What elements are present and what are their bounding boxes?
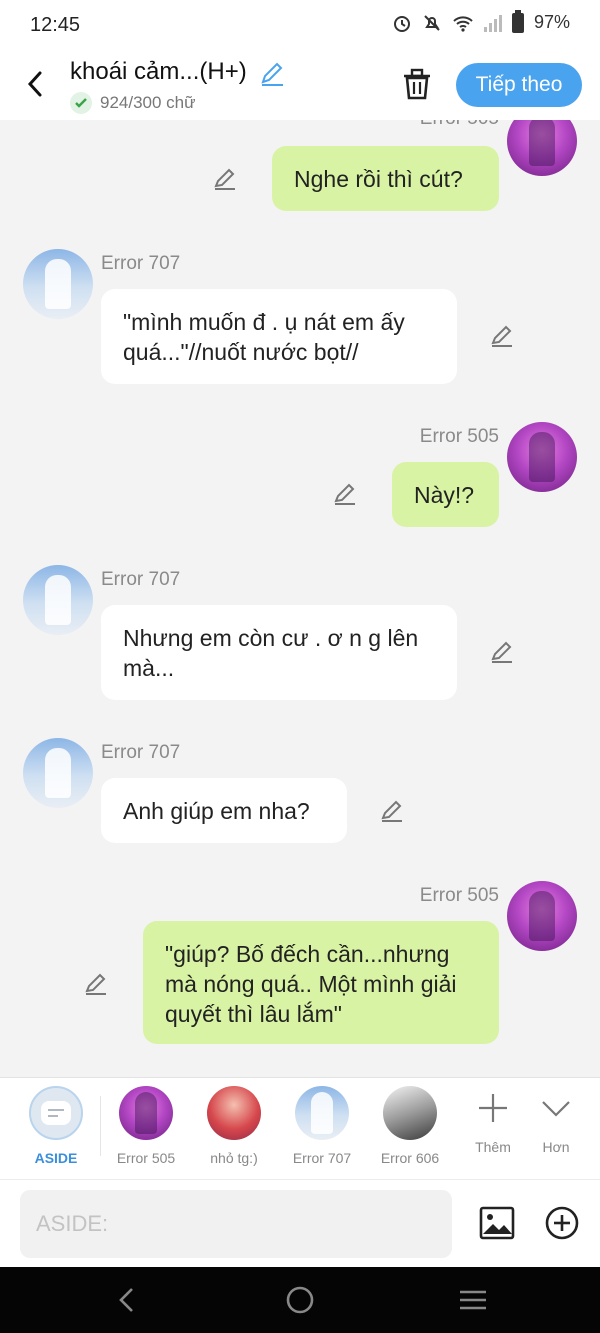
avatar	[295, 1086, 349, 1140]
message-bubble[interactable]: Nghe rồi thì cút?	[272, 146, 499, 211]
pencil-icon[interactable]	[212, 166, 238, 192]
nav-back-icon[interactable]	[110, 1283, 144, 1317]
chevron-down-icon	[542, 1101, 570, 1117]
message-item: Error 707 Anh giúp em nha?	[0, 737, 600, 847]
avatar	[383, 1086, 437, 1140]
message-item: Error 707 "mình muốn đ . ụ nát em ấy quá…	[0, 248, 600, 388]
character-aside[interactable]: ASIDE	[16, 1086, 96, 1166]
character-label: nhỏ tg:)	[210, 1150, 258, 1166]
message-sender: Error 707	[101, 253, 181, 274]
character-label: ASIDE	[34, 1150, 78, 1166]
message-item: Error 505 Nghe rồi thì cút?	[0, 120, 600, 220]
next-button[interactable]: Tiếp theo	[456, 63, 582, 107]
pencil-icon[interactable]	[489, 639, 515, 665]
message-sender: Error 707	[101, 569, 181, 590]
nav-recents-icon[interactable]	[456, 1283, 490, 1317]
message-bubble[interactable]: Anh giúp em nha?	[101, 778, 347, 843]
signal-icon	[483, 14, 502, 32]
avatar	[119, 1086, 173, 1140]
message-bubble[interactable]: Nhưng em còn cư . ơ n g lên mà...	[101, 605, 457, 700]
aside-icon	[29, 1086, 83, 1140]
character-label: Error 606	[380, 1150, 440, 1166]
trash-icon[interactable]	[398, 66, 436, 104]
collapse-button[interactable]: Hơn	[526, 1092, 586, 1155]
system-nav-bar	[0, 1267, 600, 1333]
character-bar: ASIDE Error 505 nhỏ tg:) Error 707 Error…	[0, 1077, 600, 1179]
avatar	[507, 422, 577, 492]
more-label: Thêm	[475, 1139, 511, 1155]
battery-icon	[511, 9, 524, 33]
character-error-606[interactable]: Error 606	[370, 1086, 450, 1166]
avatar	[23, 249, 93, 319]
message-sender: Error 505	[419, 426, 499, 447]
wifi-icon	[453, 15, 473, 32]
message-item: Error 505 Này!?	[0, 420, 600, 530]
word-count: 924/300 chữ	[70, 92, 196, 114]
battery-percent: 97%	[533, 12, 570, 32]
character-error-707[interactable]: Error 707	[282, 1086, 362, 1166]
plus-icon	[479, 1094, 507, 1122]
collapse-label: Hơn	[542, 1139, 570, 1155]
back-button[interactable]	[18, 64, 52, 104]
message-item: Error 505 "giúp? Bố đếch cần...nhưng mà …	[0, 879, 600, 1049]
edit-title-icon[interactable]	[258, 60, 286, 88]
message-item: Error 707 Nhưng em còn cư . ơ n g lên mà…	[0, 564, 600, 704]
word-count-text: 924/300 chữ	[100, 93, 196, 112]
input-bar	[0, 1179, 600, 1267]
mute-bell-icon	[424, 14, 440, 31]
message-sender: Error 505	[419, 885, 499, 906]
plus-circle-icon[interactable]	[543, 1204, 581, 1242]
divider	[100, 1096, 101, 1156]
pencil-icon[interactable]	[83, 971, 109, 997]
more-characters-button[interactable]: Thêm	[463, 1092, 523, 1155]
avatar	[507, 881, 577, 951]
pencil-icon[interactable]	[379, 798, 405, 824]
avatar	[23, 738, 93, 808]
character-label: Error 707	[292, 1150, 352, 1166]
header: khoái cảm...(H+) 924/300 chữ Tiếp theo	[0, 50, 600, 120]
status-icons: 97%	[392, 9, 570, 33]
message-bubble[interactable]: "mình muốn đ . ụ nát em ấy quá..."//nuốt…	[101, 289, 457, 384]
chat-area[interactable]: Error 505 Nghe rồi thì cút? Error 707 "m…	[0, 120, 600, 1077]
message-bubble[interactable]: "giúp? Bố đếch cần...nhưng mà nóng quá..…	[143, 921, 499, 1044]
character-label: Error 505	[116, 1150, 176, 1166]
pencil-icon[interactable]	[332, 481, 358, 507]
avatar	[23, 565, 93, 635]
message-sender: Error 505	[420, 120, 499, 130]
alarm-icon	[393, 15, 410, 32]
nav-home-icon[interactable]	[283, 1283, 317, 1317]
story-title: khoái cảm...(H+)	[70, 58, 247, 85]
message-input[interactable]	[20, 1190, 452, 1258]
message-sender: Error 707	[101, 742, 181, 763]
image-icon[interactable]	[478, 1204, 516, 1242]
avatar	[207, 1086, 261, 1140]
character-nho-tg[interactable]: nhỏ tg:)	[194, 1086, 274, 1166]
status-time: 12:45	[30, 14, 81, 36]
pencil-icon[interactable]	[489, 323, 515, 349]
character-error-505[interactable]: Error 505	[106, 1086, 186, 1166]
check-icon	[70, 92, 92, 114]
avatar	[507, 120, 577, 176]
message-bubble[interactable]: Này!?	[392, 462, 499, 527]
status-bar: 12:45 97%	[0, 0, 600, 50]
back-arrow-icon	[27, 71, 42, 97]
